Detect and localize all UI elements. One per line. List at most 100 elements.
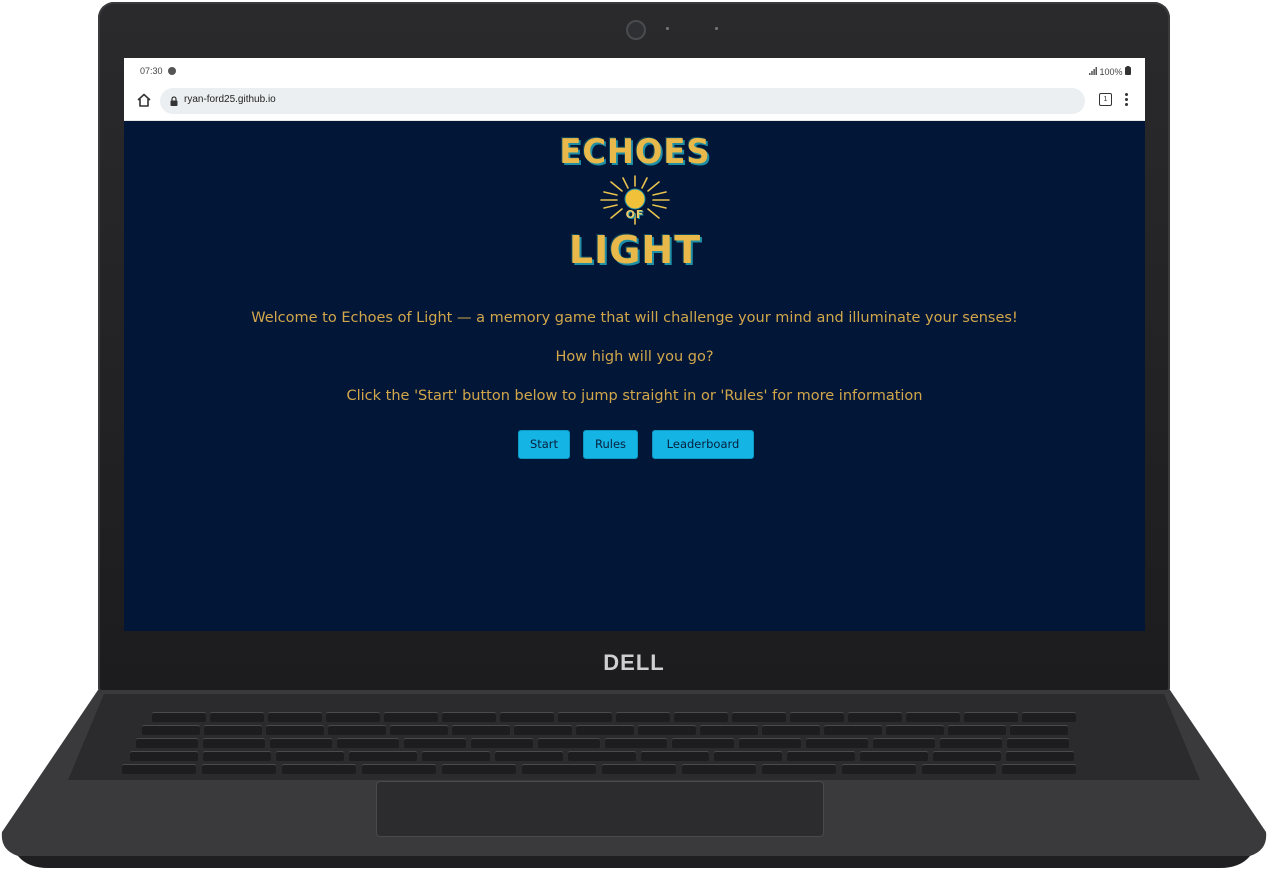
leaderboard-button[interactable]: Leaderboard — [652, 430, 754, 459]
game-logo: ECHOES OF LIGHT — [555, 128, 715, 278]
keyboard-key — [522, 764, 596, 774]
touchpad — [376, 781, 824, 837]
keyboard-key — [641, 751, 709, 761]
keyboard-key — [787, 751, 855, 761]
keyboard-key — [616, 712, 670, 722]
how-high-text: How high will you go? — [555, 349, 714, 365]
camera-sensor — [715, 27, 718, 30]
start-button[interactable]: Start — [518, 430, 570, 459]
home-icon[interactable] — [136, 92, 152, 108]
keyboard-key — [933, 751, 1001, 761]
keyboard-key — [824, 725, 882, 735]
logo-line-of: OF — [625, 208, 645, 221]
browser-toolbar: ryan-ford25.github.io 1 — [124, 82, 1145, 121]
keyboard-key — [1022, 712, 1076, 722]
keyboard-key — [204, 725, 262, 735]
keyboard-key — [328, 725, 386, 735]
keyboard-key — [452, 725, 510, 735]
keyboard-key — [390, 725, 448, 735]
keyboard-key — [142, 725, 200, 735]
address-bar[interactable]: ryan-ford25.github.io — [160, 88, 1085, 114]
keyboard-key — [886, 725, 944, 735]
keyboard-key — [940, 738, 1002, 748]
keyboard-key — [1006, 751, 1074, 761]
keyboard-key — [136, 738, 198, 748]
keyboard-key — [282, 764, 356, 774]
keyboard-key — [122, 764, 196, 774]
keyboard-key — [762, 764, 836, 774]
keyboard-key — [558, 712, 612, 722]
keyboard-key — [576, 725, 634, 735]
keyboard-key — [422, 751, 490, 761]
status-time: 07:30 — [140, 66, 177, 76]
keyboard-key — [276, 751, 344, 761]
keyboard-key — [203, 751, 271, 761]
keyboard-key — [203, 738, 265, 748]
lock-icon — [170, 96, 178, 106]
keyboard-key — [762, 725, 820, 735]
screen: 07:30 100% ryan-ford25.github.io 1 ECHOE… — [124, 58, 1145, 631]
battery-icon — [1125, 66, 1131, 77]
keyboard-key — [848, 712, 902, 722]
keyboard-key — [384, 712, 438, 722]
keyboard-key — [266, 725, 324, 735]
keyboard-key — [442, 764, 516, 774]
logo-line-echoes: ECHOES — [559, 132, 711, 172]
keyboard-key — [471, 738, 533, 748]
clock-text: 07:30 — [140, 66, 163, 76]
keyboard-key — [906, 712, 960, 722]
keyboard-key — [1007, 738, 1069, 748]
keyboard-key — [568, 751, 636, 761]
keyboard-key — [638, 725, 696, 735]
keyboard-key — [674, 712, 728, 722]
instructions-text: Click the 'Start' button below to jump s… — [346, 388, 923, 404]
notification-icon — [168, 67, 177, 75]
keyboard-key — [948, 725, 1006, 735]
keyboard-key — [1010, 725, 1068, 735]
keyboard-key — [210, 712, 264, 722]
keyboard-key — [152, 712, 206, 722]
battery-text: 100% — [1099, 67, 1123, 77]
keyboard-key — [1002, 764, 1076, 774]
logo-line-light: LIGHT — [568, 228, 702, 272]
rules-button[interactable]: Rules — [583, 430, 638, 459]
keyboard-key — [790, 712, 844, 722]
keyboard-key — [682, 764, 756, 774]
keyboard-key — [873, 738, 935, 748]
keyboard-key — [538, 738, 600, 748]
keyboard-key — [602, 764, 676, 774]
keyboard-key — [326, 712, 380, 722]
keyboard-key — [860, 751, 928, 761]
tabs-icon[interactable]: 1 — [1099, 93, 1112, 106]
keyboard-key — [714, 751, 782, 761]
keyboard-key — [495, 751, 563, 761]
camera-indicator — [666, 27, 669, 30]
keyboard-key — [349, 751, 417, 761]
url-text: ryan-ford25.github.io — [184, 94, 276, 105]
keyboard-key — [964, 712, 1018, 722]
keyboard-key — [362, 764, 436, 774]
webcam-icon — [626, 20, 646, 40]
menu-icon[interactable] — [1125, 93, 1129, 107]
keyboard-key — [268, 712, 322, 722]
keyboard-key — [404, 738, 466, 748]
keyboard-key — [922, 764, 996, 774]
signal-icon — [1088, 67, 1100, 77]
welcome-text: Welcome to Echoes of Light — a memory ga… — [251, 310, 1018, 326]
brand-logo: DELL — [603, 650, 665, 675]
keyboard-key — [270, 738, 332, 748]
keyboard-key — [739, 738, 801, 748]
keyboard-key — [806, 738, 868, 748]
keyboard-key — [500, 712, 554, 722]
keyboard-key — [130, 751, 198, 761]
keyboard-key — [337, 738, 399, 748]
keyboard — [112, 710, 1176, 778]
keyboard-key — [842, 764, 916, 774]
keyboard-key — [672, 738, 734, 748]
keyboard-key — [202, 764, 276, 774]
keyboard-key — [442, 712, 496, 722]
status-bar: 07:30 100% — [124, 58, 1145, 82]
keyboard-key — [732, 712, 786, 722]
keyboard-key — [605, 738, 667, 748]
keyboard-key — [700, 725, 758, 735]
